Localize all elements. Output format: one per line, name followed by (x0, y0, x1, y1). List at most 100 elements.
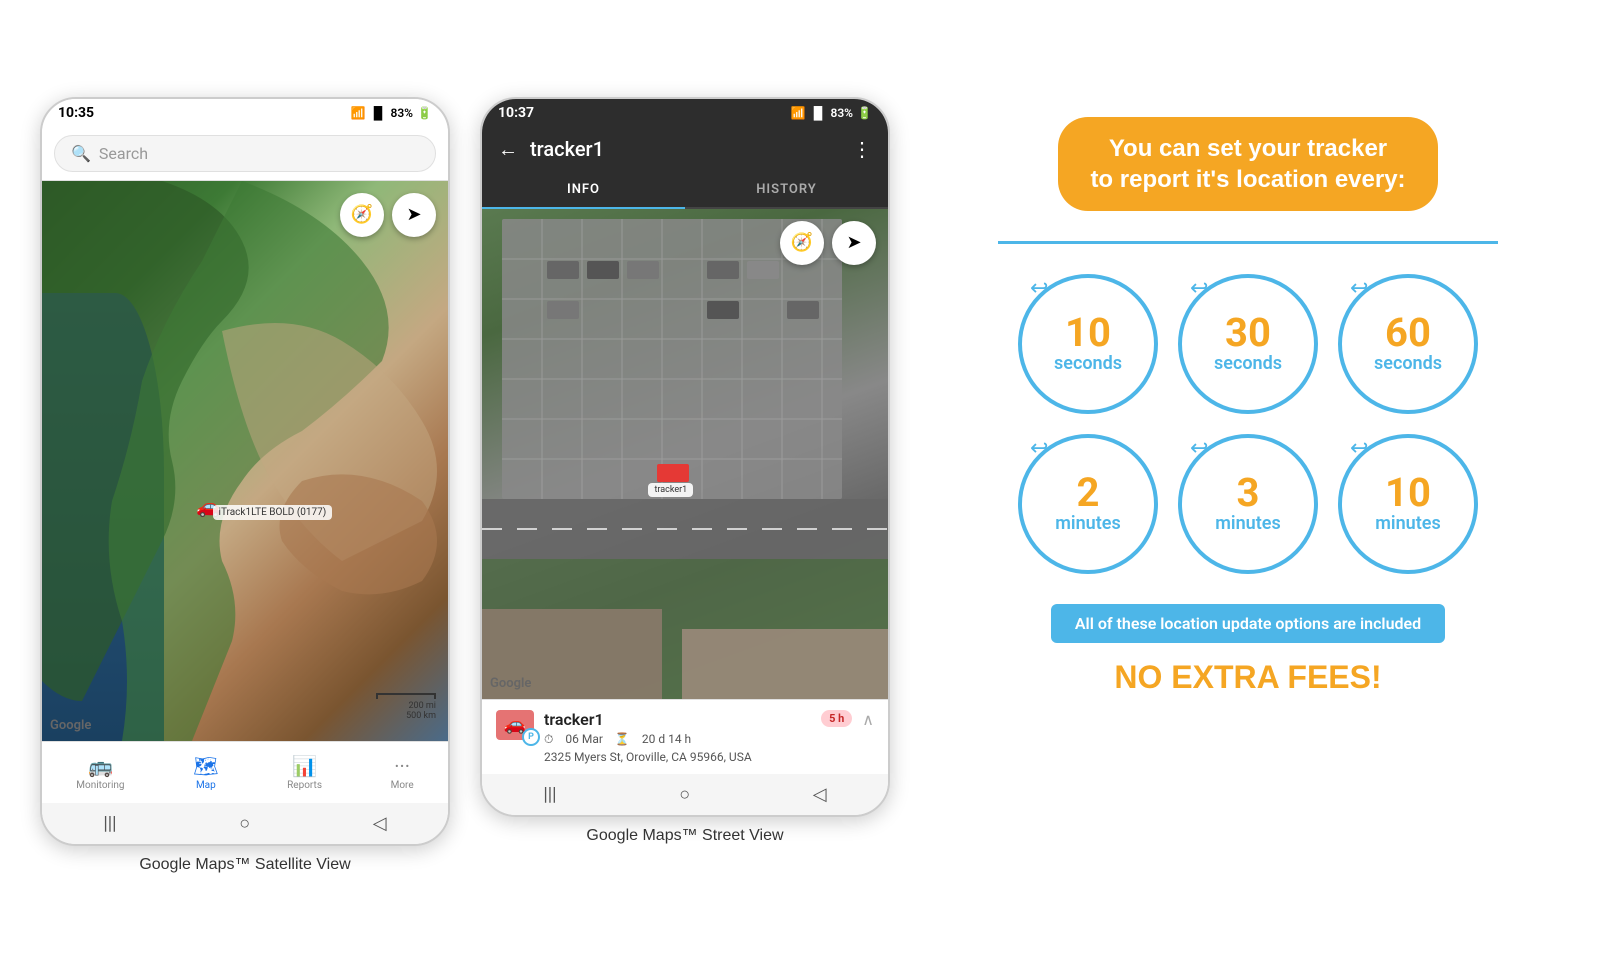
gesture-circle: ○ (239, 813, 250, 834)
google-watermark: Google (50, 718, 91, 733)
location-button2[interactable]: ➤ (832, 221, 876, 265)
back-button[interactable]: ← (498, 137, 518, 162)
satellite-map[interactable]: 🧭 ➤ 🚗 iTrack1LTE BOLD (0177) Google 200 … (42, 181, 448, 741)
wifi-icon2: 📶 (791, 106, 806, 120)
location-button[interactable]: ➤ (392, 193, 436, 237)
divider-line (998, 241, 1498, 244)
nav-reports-label: Reports (287, 780, 322, 791)
tab-info[interactable]: INFO (482, 172, 685, 209)
circle-30sec: ↩ 30 seconds (1178, 274, 1318, 414)
circle-unit-5: minutes (1215, 513, 1280, 534)
signal-icon: ▐▌ (369, 106, 386, 120)
nav-more-label: More (391, 780, 414, 791)
more-icon: ··· (394, 754, 410, 778)
nav-monitoring-label: Monitoring (76, 780, 124, 791)
scroll-handle: ∧ (862, 710, 874, 729)
included-text: All of these location update options are… (1075, 614, 1421, 633)
wifi-icon: 📶 (351, 106, 366, 120)
map-controls: 🧭 ➤ (340, 193, 436, 237)
nav-reports[interactable]: 📊 Reports (279, 750, 330, 795)
tracker-meta: ⏱ 06 Mar ⏳ 20 d 14 h (544, 732, 811, 747)
arrow-icon-3: ↩ (1350, 276, 1368, 301)
tracker-tabs: INFO HISTORY (482, 172, 888, 209)
circle-60sec: ↩ 60 seconds (1338, 274, 1478, 414)
gesture-lines: ||| (103, 813, 116, 834)
map-icon: 🗺 (193, 754, 218, 778)
compass-button[interactable]: 🧭 (340, 193, 384, 237)
nav-map[interactable]: 🗺 Map (185, 750, 226, 795)
arrow-icon-5: ↩ (1190, 436, 1208, 461)
info-title-line1: You can set your tracker (1090, 133, 1405, 164)
nav-map-label: Map (196, 780, 216, 791)
info-title-line2: to report it's location every: (1090, 164, 1405, 195)
street-map[interactable]: 🧭 ➤ tracker1 Google (482, 209, 888, 699)
tracker-duration: 20 d 14 h (642, 732, 691, 746)
scale-200mi: 200 mi (376, 701, 436, 711)
phone2-time: 10:37 (498, 105, 534, 121)
search-input-box[interactable]: 🔍 Search (54, 135, 436, 172)
parking-badge: P (522, 728, 540, 746)
street-google-watermark: Google (490, 676, 531, 691)
phone1-satellite: 10:35 📶 ▐▌ 83% 🔋 🔍 Search (40, 97, 450, 846)
info-title-box: You can set your tracker to report it's … (1058, 117, 1437, 211)
street-map-svg (482, 209, 888, 699)
time-badge: 5 h (821, 710, 852, 727)
scale-bar: 200 mi 500 km (376, 693, 436, 721)
circle-unit-4: minutes (1055, 513, 1120, 534)
nav-more[interactable]: ··· More (383, 750, 422, 795)
timer-icon: ⏳ (615, 732, 630, 746)
tracker-header: ← tracker1 ⋮ (482, 127, 888, 172)
phone1-status-icons: 📶 ▐▌ 83% 🔋 (351, 106, 433, 120)
nav-monitoring[interactable]: 🚌 Monitoring (68, 750, 132, 795)
circle-2min: ↩ 2 minutes (1018, 434, 1158, 574)
more-button[interactable]: ⋮ (852, 137, 872, 161)
gesture-circle2: ○ (679, 784, 690, 805)
battery-icon: 🔋 (417, 106, 432, 120)
reports-icon: 📊 (292, 754, 317, 778)
tracker-label: iTrack1LTE BOLD (0177) (213, 505, 333, 520)
phone2-street: 10:37 📶 ▐▌ 83% 🔋 ← tracker1 ⋮ INFO HISTO… (480, 97, 890, 817)
phone2-status-icons: 📶 ▐▌ 83% 🔋 (791, 106, 873, 120)
compass-button2[interactable]: 🧭 (780, 221, 824, 265)
satellite-background (42, 181, 448, 741)
circle-number-6: 10 (1385, 473, 1431, 513)
terrain-svg (42, 181, 448, 741)
clock-icon: ⏱ (544, 732, 553, 747)
bottom-nav: 🚌 Monitoring 🗺 Map 📊 Reports ··· More (42, 741, 448, 803)
search-bar: 🔍 Search (42, 127, 448, 181)
circle-unit-3: seconds (1374, 353, 1442, 374)
arrow-icon-2: ↩ (1190, 276, 1208, 301)
circle-unit-1: seconds (1054, 353, 1122, 374)
tracker-date: 06 Mar (565, 732, 603, 746)
circle-number-2: 30 (1225, 313, 1271, 353)
phone2-status-bar: 10:37 📶 ▐▌ 83% 🔋 (482, 99, 888, 127)
tracker-title: tracker1 (530, 137, 840, 161)
circle-number-5: 3 (1237, 473, 1260, 513)
tracker-address: 2325 Myers St, Oroville, CA 95966, USA (544, 750, 811, 764)
gesture-triangle2: ◁ (813, 784, 827, 805)
gesture-triangle: ◁ (373, 813, 387, 834)
tracker-detail-name: tracker1 (544, 710, 811, 729)
circle-10min: ↩ 10 minutes (1338, 434, 1478, 574)
battery-icon2: 🔋 (857, 106, 872, 120)
gesture-lines2: ||| (543, 784, 556, 805)
circle-number-1: 10 (1065, 313, 1111, 353)
tracker-avatar: 🚗 P (496, 710, 534, 740)
monitoring-icon: 🚌 (88, 754, 113, 778)
search-input[interactable]: Search (99, 144, 148, 163)
no-fees-text: NO EXTRA FEES! (1114, 659, 1381, 696)
battery-label2: 83% (830, 106, 853, 120)
search-icon: 🔍 (71, 144, 91, 163)
phone1-caption: Google Maps™ Satellite View (139, 856, 350, 874)
street-tracker-label: tracker1 (648, 483, 693, 497)
arrow-icon-6: ↩ (1350, 436, 1368, 461)
phone1-time: 10:35 (58, 105, 94, 121)
phone2-caption: Google Maps™ Street View (586, 827, 783, 845)
tab-history[interactable]: HISTORY (685, 172, 888, 207)
street-map-controls: 🧭 ➤ (780, 221, 876, 265)
circle-10sec: ↩ 10 seconds (1018, 274, 1158, 414)
circle-unit-6: minutes (1375, 513, 1440, 534)
signal-icon2: ▐▌ (809, 106, 826, 120)
circles-grid: ↩ 10 seconds ↩ 30 seconds ↩ 60 seconds ↩… (1018, 274, 1478, 574)
included-box: All of these location update options are… (1051, 604, 1445, 643)
